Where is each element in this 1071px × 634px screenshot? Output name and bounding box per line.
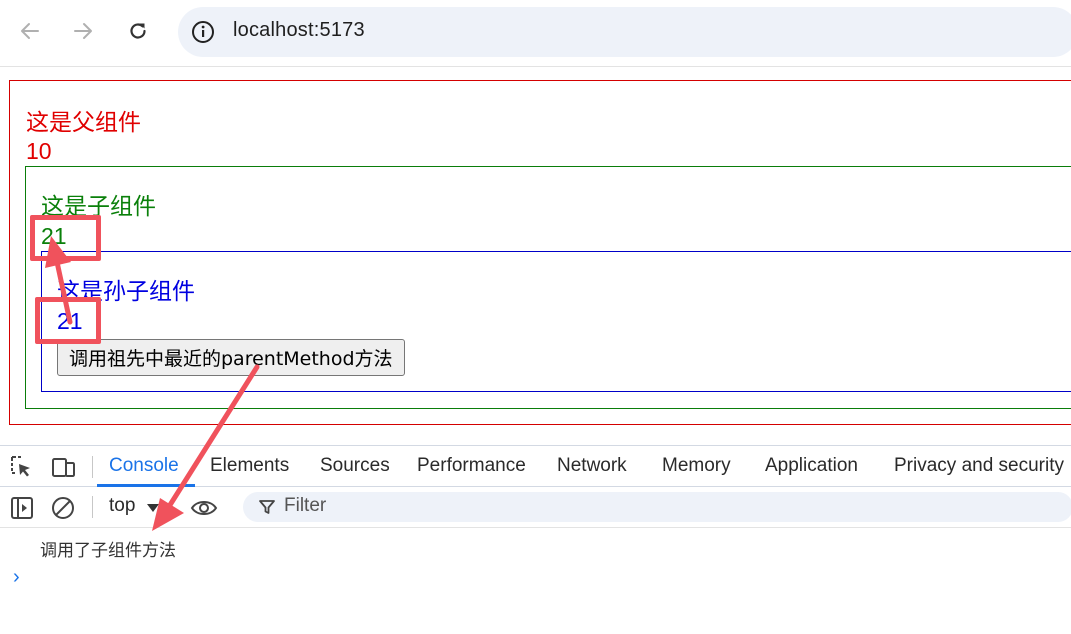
console-prompt[interactable]: › [13,566,20,589]
tab-elements[interactable]: Elements [210,455,289,477]
tab-performance[interactable]: Performance [417,455,526,477]
parent-count: 10 [26,138,52,164]
url-text: localhost:5173 [233,19,365,41]
child-component: 这是子组件 21 这是孙子组件 21 调用祖先中最近的parentMethod方… [25,166,1071,409]
filter-icon [259,500,275,514]
console-toolbar: top Filter [0,487,1071,528]
tab-network[interactable]: Network [557,455,627,477]
tab-sources[interactable]: Sources [320,455,390,477]
toolbar-separator [92,496,93,518]
tab-separator [92,456,93,478]
console-output: 调用了子组件方法 › [0,528,1071,634]
grandchild-count-highlight [35,297,101,344]
console-message: 调用了子组件方法 [40,541,176,561]
forward-button[interactable] [66,14,100,48]
clear-console-icon[interactable] [50,495,76,521]
devtools-panel: Console Elements Sources Performance Net… [0,445,1071,633]
devtools-tabbar: Console Elements Sources Performance Net… [0,446,1071,487]
tab-application[interactable]: Application [765,455,858,477]
tab-memory[interactable]: Memory [662,455,731,477]
eye-icon[interactable] [190,495,218,521]
site-info-icon[interactable] [191,20,215,44]
device-toolbar-icon[interactable] [50,454,76,480]
tab-console[interactable]: Console [109,455,179,477]
grandchild-component: 这是孙子组件 21 调用祖先中最近的parentMethod方法 [41,251,1071,392]
back-button[interactable] [13,14,47,48]
context-selector[interactable]: top [109,495,135,517]
inspect-element-icon[interactable] [9,454,35,480]
reload-button[interactable] [121,14,155,48]
browser-toolbar: localhost:5173 [0,0,1071,64]
filter-input[interactable]: Filter [243,492,1071,522]
address-bar[interactable]: localhost:5173 [178,7,1071,57]
arrow-left-icon [21,23,39,39]
parent-title: 这是父组件 [26,110,141,136]
child-count-highlight [30,215,101,261]
page-content: 这是父组件 10 这是子组件 21 这是孙子组件 21 调用祖先中最近的pare… [0,67,1071,445]
filter-placeholder: Filter [284,495,327,516]
call-parent-method-button[interactable]: 调用祖先中最近的parentMethod方法 [57,339,405,376]
parent-component: 这是父组件 10 这是子组件 21 这是孙子组件 21 调用祖先中最近的pare… [9,80,1071,425]
reload-icon [130,23,146,39]
tab-privacy-and-security[interactable]: Privacy and security [894,455,1064,477]
sidebar-toggle-icon[interactable] [9,495,35,521]
arrow-right-icon [74,23,92,39]
chevron-down-icon [147,504,159,512]
